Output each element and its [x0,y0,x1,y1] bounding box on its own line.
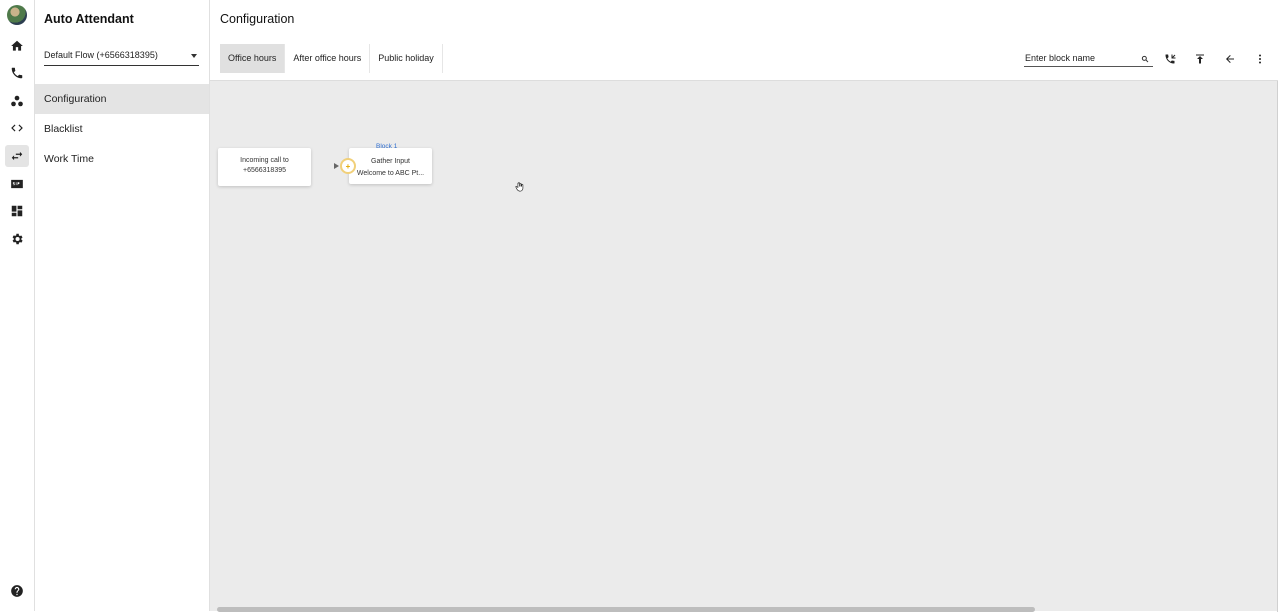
tab-office-hours[interactable]: Office hours [220,44,286,73]
scroll-top-icon[interactable] [1191,50,1209,68]
gather-block-line2: Welcome to ABC Pt... [356,170,425,177]
main-area: Configuration Office hours After office … [210,0,1280,612]
phone-callback-icon[interactable] [1161,50,1179,68]
sidebar-item-blacklist[interactable]: Blacklist [35,114,209,144]
chevron-down-icon [191,54,197,58]
sidebar-item-work-time[interactable]: Work Time [35,144,209,174]
home-icon[interactable] [5,35,29,57]
flow-select[interactable]: Default Flow (+6566318395) [44,50,199,66]
hand-cursor-icon [515,182,524,192]
sip-icon[interactable] [5,173,29,195]
start-block[interactable]: Incoming call to +6566318395 [218,148,311,186]
start-block-line2: +6566318395 [242,167,287,174]
users-icon[interactable] [5,90,29,112]
app-title: Auto Attendant [44,12,134,26]
gather-input-block[interactable]: Gather Input Welcome to ABC Pt... [349,148,432,184]
block-search-input[interactable]: Enter block name [1024,51,1153,67]
settings-icon[interactable] [5,228,29,250]
tab-bar: Office hours After office hours Public h… [220,44,443,73]
phone-icon[interactable] [5,62,29,84]
connector-arrow-icon [334,163,339,169]
gather-block-line1: Gather Input [371,158,410,165]
icon-rail [0,0,35,611]
back-arrow-icon[interactable] [1221,50,1239,68]
sidebar-item-configuration[interactable]: Configuration [35,84,209,114]
gather-input-icon: + [340,158,356,174]
vertical-scrollbar[interactable] [1277,81,1278,612]
sidebar: Auto Attendant Default Flow (+6566318395… [35,0,210,611]
horizontal-scrollbar[interactable] [217,607,1035,612]
help-icon[interactable] [5,580,29,602]
more-vert-icon[interactable] [1251,50,1269,68]
avatar[interactable] [7,5,27,25]
code-icon[interactable] [5,117,29,139]
search-icon[interactable] [1141,55,1149,63]
swap-icon[interactable] [5,145,29,167]
tab-public-holiday[interactable]: Public holiday [370,44,443,73]
flow-canvas[interactable]: Incoming call to +6566318395 Block 1 Gat… [210,80,1278,612]
page-title: Configuration [220,12,295,26]
tab-after-office-hours[interactable]: After office hours [285,44,371,73]
flow-select-value: Default Flow (+6566318395) [44,50,158,60]
start-block-line1: Incoming call to [240,157,289,164]
dashboard-icon[interactable] [5,200,29,222]
